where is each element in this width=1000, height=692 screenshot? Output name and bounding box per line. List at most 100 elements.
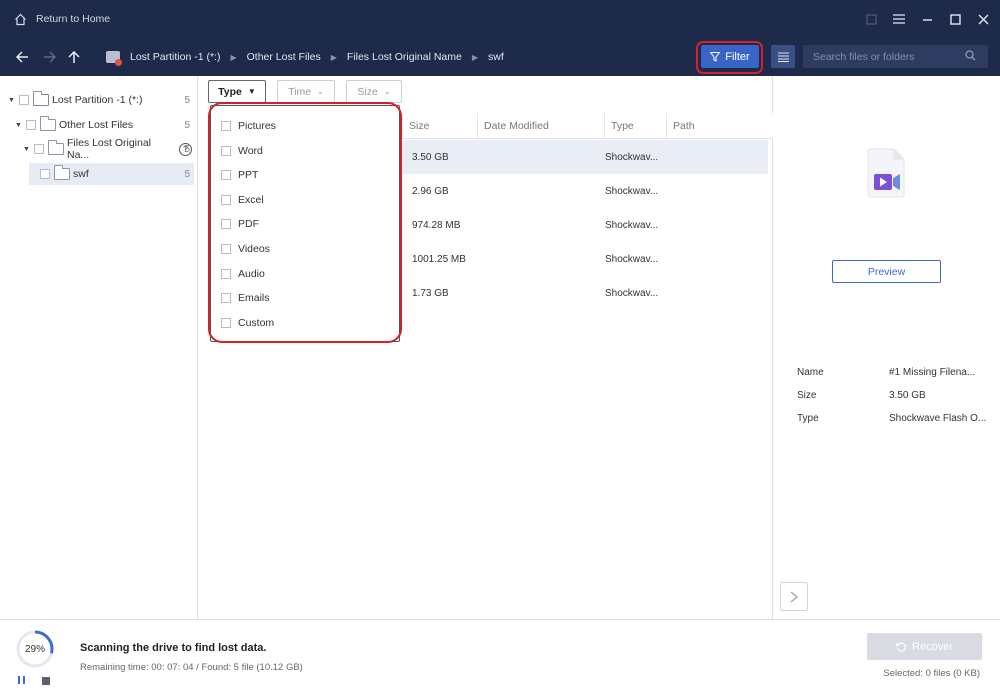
table-row[interactable]: 2.96 GB Shockwav...: [402, 174, 768, 208]
time-filter-label: Time: [288, 85, 312, 98]
feedback-icon[interactable]: [864, 12, 878, 26]
breadcrumb-item-files-lost-original-name[interactable]: Files Lost Original Name: [347, 51, 462, 63]
table-row[interactable]: 1.73 GB Shockwav...: [402, 276, 768, 310]
size-filter-dropdown[interactable]: Size ⌄: [346, 80, 402, 103]
file-size: 3.50 GB: [412, 151, 449, 163]
column-header-type[interactable]: Type: [604, 113, 666, 139]
type-option-pdf[interactable]: PDF: [221, 216, 259, 232]
item-count: 5: [184, 168, 190, 180]
type-option-emails[interactable]: Emails: [221, 290, 270, 306]
close-icon[interactable]: [976, 12, 990, 26]
filter-tabs: Type ▼ Time ⌄ Size ⌄: [208, 80, 402, 104]
type-option-label: Word: [238, 145, 263, 157]
type-option-audio[interactable]: Audio: [221, 266, 265, 282]
menu-icon[interactable]: [892, 12, 906, 26]
type-option-custom[interactable]: Custom: [221, 315, 274, 331]
table-row[interactable]: 3.50 GB Shockwav...: [402, 140, 768, 174]
tree-item-other-lost-files[interactable]: ▼ Other Lost Files 5: [15, 114, 192, 136]
status-bar: 29% Scanning the drive to find lost data…: [0, 619, 1000, 692]
scan-status-details: Remaining time: 00: 07: 04 / Found: 5 fi…: [80, 662, 303, 673]
column-header-date-modified[interactable]: Date Modified: [477, 113, 604, 139]
breadcrumb-item-swf[interactable]: swf: [488, 51, 504, 63]
recover-button[interactable]: Recover: [867, 633, 982, 660]
checkbox[interactable]: [221, 293, 231, 303]
back-arrow-icon[interactable]: [15, 50, 29, 64]
tree-item-files-lost-original-name[interactable]: ▼ Files Lost Original Na... ? 5: [23, 137, 192, 161]
property-size: Size 3.50 GB: [797, 390, 926, 401]
checkbox[interactable]: [221, 244, 231, 254]
time-filter-dropdown[interactable]: Time ⌄: [277, 80, 335, 103]
checkbox[interactable]: [26, 120, 36, 130]
preview-pane: Preview Name #1 Missing Filena... Size 3.5…: [773, 76, 1000, 619]
maximize-icon[interactable]: [948, 12, 962, 26]
search-icon[interactable]: [965, 50, 976, 64]
next-button[interactable]: [780, 582, 808, 611]
file-type: Shockwav...: [605, 185, 659, 197]
file-type: Shockwav...: [605, 151, 659, 163]
checkbox[interactable]: [34, 144, 44, 154]
table-row[interactable]: 974.28 MB Shockwav...: [402, 208, 768, 242]
file-size: 1001.25 MB: [412, 253, 466, 265]
type-option-pictures[interactable]: Pictures: [221, 118, 276, 134]
expand-arrow-icon[interactable]: ▼: [15, 121, 23, 129]
list-view-button[interactable]: [771, 45, 795, 68]
column-header-path[interactable]: Path: [666, 113, 773, 139]
folder-icon: [48, 140, 64, 155]
breadcrumb-item-partition[interactable]: Lost Partition -1 (*:): [130, 51, 220, 63]
preview-button[interactable]: Preview: [832, 260, 941, 283]
checkbox[interactable]: [221, 146, 231, 156]
expand-arrow-icon[interactable]: ▼: [23, 145, 31, 153]
file-size: 1.73 GB: [412, 287, 449, 299]
property-name: Name #1 Missing Filena...: [797, 367, 975, 378]
return-home-label: Return to Home: [36, 13, 111, 25]
title-bar: Return to Home: [0, 0, 1000, 38]
column-headers: Size Date Modified Type Path: [402, 113, 773, 139]
drive-icon: [33, 91, 49, 106]
expand-arrow-icon[interactable]: ▼: [8, 96, 16, 104]
list-icon: [777, 52, 789, 62]
search-box: [803, 45, 988, 68]
selected-info: Selected: 0 files (0 KB): [883, 668, 980, 679]
minimize-icon[interactable]: [920, 12, 934, 26]
stop-icon[interactable]: [42, 677, 50, 685]
checkbox[interactable]: [221, 121, 231, 131]
property-value: Shockwave Flash O...: [889, 413, 987, 424]
up-arrow-icon[interactable]: [67, 50, 81, 64]
tree-item-label: Lost Partition -1 (*:): [52, 94, 143, 106]
property-type: Type Shockwave Flash O...: [797, 413, 986, 424]
pause-icon[interactable]: [18, 676, 27, 686]
forward-arrow-icon[interactable]: [42, 50, 56, 64]
checkbox[interactable]: [221, 318, 231, 328]
type-option-word[interactable]: Word: [221, 143, 263, 159]
return-home-button[interactable]: Return to Home: [14, 13, 110, 26]
type-option-excel[interactable]: Excel: [221, 192, 264, 208]
type-option-videos[interactable]: Videos: [221, 241, 270, 257]
type-option-ppt[interactable]: PPT: [221, 167, 258, 183]
checkbox[interactable]: [40, 169, 50, 179]
filter-label: Filter: [725, 50, 750, 63]
drive-icon: [106, 51, 122, 66]
recover-label: Recover: [912, 640, 953, 653]
filter-button[interactable]: Filter: [701, 45, 759, 68]
checkbox[interactable]: [221, 195, 231, 205]
folder-icon: [40, 116, 56, 131]
file-type: Shockwav...: [605, 219, 659, 231]
column-header-size[interactable]: Size: [402, 113, 477, 139]
breadcrumb-separator-icon: ▶: [230, 52, 237, 62]
checkbox[interactable]: [221, 219, 231, 229]
breadcrumb: Lost Partition -1 (*:) ▶ Other Lost File…: [106, 38, 504, 76]
tree-item-swf[interactable]: swf 5: [29, 163, 194, 185]
item-count: 5: [184, 143, 190, 155]
table-row[interactable]: 1001.25 MB Shockwav...: [402, 242, 768, 276]
progress-percent: 29%: [24, 643, 45, 655]
checkbox[interactable]: [221, 269, 231, 279]
checkbox[interactable]: [221, 170, 231, 180]
tree-item-label: Other Lost Files: [59, 119, 134, 131]
recover-icon: [896, 642, 906, 652]
type-option-label: Videos: [238, 243, 270, 255]
search-input[interactable]: [813, 50, 963, 63]
tree-item-partition[interactable]: ▼ Lost Partition -1 (*:) 5: [8, 89, 192, 111]
type-filter-dropdown[interactable]: Type ▼: [208, 80, 266, 103]
breadcrumb-item-other-lost-files[interactable]: Other Lost Files: [247, 51, 321, 63]
checkbox[interactable]: [19, 95, 29, 105]
